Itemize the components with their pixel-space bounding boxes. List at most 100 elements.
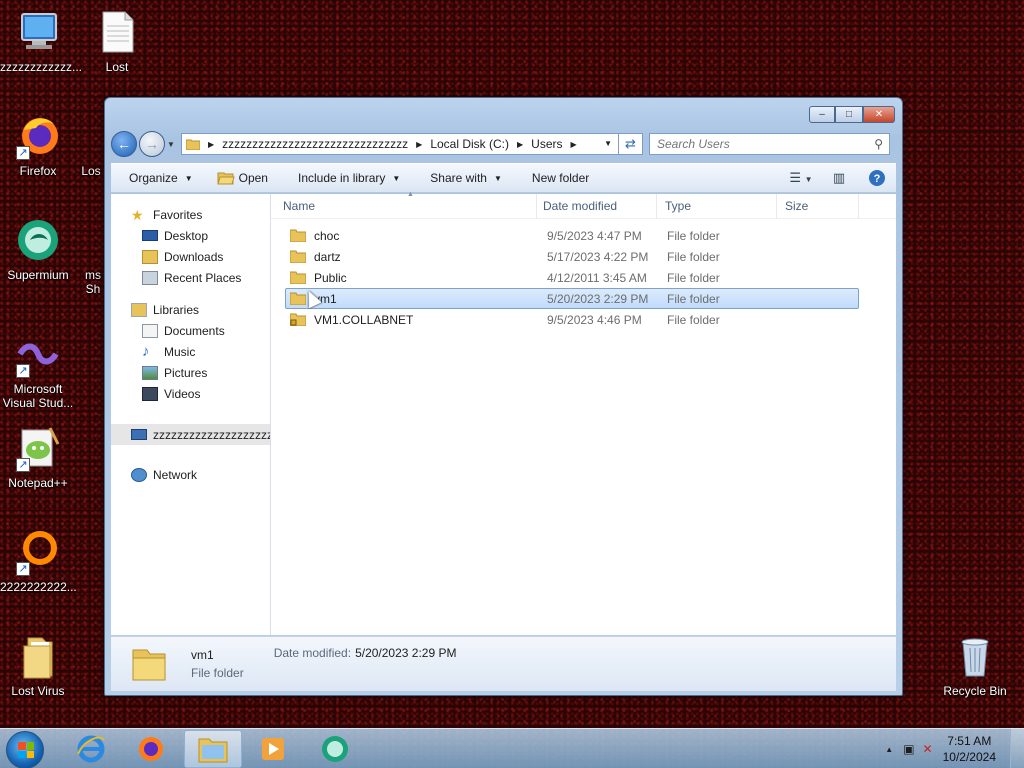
nav-music[interactable]: ♪ Music bbox=[111, 341, 270, 362]
desktop-icon-firefox[interactable]: ↗ Firefox bbox=[0, 112, 76, 178]
nav-desktop[interactable]: Desktop bbox=[111, 225, 270, 246]
details-date: Date modified: 5/20/2023 2:29 PM bbox=[274, 646, 457, 660]
address-bar[interactable]: ▶ zzzzzzzzzzzzzzzzzzzzzzzzzzzzzzz ▶ Loca… bbox=[181, 133, 619, 155]
nav-network-label: Network bbox=[153, 467, 198, 482]
recent-pages-dropdown[interactable]: ▼ bbox=[167, 140, 177, 149]
new-folder-button[interactable]: New folder bbox=[514, 171, 601, 185]
music-icon: ♪ bbox=[142, 342, 150, 360]
documents-icon bbox=[142, 323, 158, 338]
navigation-pane[interactable]: ★ Favorites Desktop Downloads Recent Pla… bbox=[111, 194, 271, 635]
breadcrumb-separator-icon[interactable]: ▶ bbox=[513, 140, 527, 149]
nav-music-label: Music bbox=[164, 344, 196, 359]
nav-desktop-label: Desktop bbox=[164, 228, 209, 243]
svg-text:?: ? bbox=[874, 173, 881, 185]
firefox-icon: ↗ bbox=[14, 112, 62, 160]
file-list[interactable]: ▲ Name Date modified Type Size choc 9/5/… bbox=[271, 190, 896, 635]
shortcut-arrow-icon: ↗ bbox=[16, 458, 30, 472]
desktop-icon-label: Lost bbox=[105, 60, 129, 74]
desktop-icon-label: Recycle Bin bbox=[943, 684, 1007, 698]
column-header-size[interactable]: Size bbox=[777, 193, 859, 219]
desktop-icon-recycle-bin[interactable]: Recycle Bin bbox=[937, 632, 1013, 698]
file-row[interactable]: choc 9/5/2023 4:47 PM File folder bbox=[285, 225, 859, 246]
nav-libraries[interactable]: Libraries bbox=[111, 299, 270, 320]
desktop-icon-los[interactable]: Los bbox=[78, 112, 104, 178]
show-desktop-button[interactable] bbox=[1010, 729, 1024, 768]
explorer-window[interactable]: – □ ✕ ← → ▼ ▶ zzzzzzzzzzzzzzzzzzzzzzzzzz… bbox=[104, 97, 903, 696]
desktop-icon-lost[interactable]: Lost bbox=[79, 8, 155, 74]
breadcrumb-separator-icon[interactable]: ▶ bbox=[204, 140, 218, 149]
taskbar-windows-explorer[interactable] bbox=[184, 730, 242, 768]
nav-network[interactable]: Network bbox=[111, 464, 270, 485]
details-date-label: Date modified: bbox=[273, 646, 352, 660]
volume-muted-icon[interactable]: ✕ bbox=[923, 742, 933, 756]
file-name: choc bbox=[314, 228, 340, 243]
nav-favorites[interactable]: ★ Favorites bbox=[111, 204, 270, 225]
file-date: 4/12/2011 3:45 AM bbox=[547, 270, 647, 285]
desktop-icon-computer[interactable]: zzzzzzzzzzzz... bbox=[0, 8, 82, 74]
include-in-library-menu[interactable]: Include in library ▼ bbox=[280, 171, 412, 185]
start-button[interactable] bbox=[6, 731, 44, 768]
nav-downloads[interactable]: Downloads bbox=[111, 246, 270, 267]
preview-pane-button[interactable]: ▥ bbox=[820, 170, 858, 186]
maximize-button[interactable]: □ bbox=[835, 106, 863, 123]
column-header-date-modified[interactable]: Date modified bbox=[537, 193, 657, 219]
sort-ascending-icon: ▲ bbox=[407, 190, 414, 198]
shortcut-arrow-icon: ↗ bbox=[16, 146, 30, 160]
taskbar-internet-explorer[interactable] bbox=[62, 730, 120, 768]
show-hidden-icons-button[interactable]: ▲ bbox=[885, 745, 893, 754]
forward-button[interactable]: → bbox=[139, 131, 165, 157]
organize-menu[interactable]: Organize ▼ bbox=[111, 171, 205, 185]
minimize-button[interactable]: – bbox=[809, 106, 835, 123]
desktop-icon-lost-virus[interactable]: Lost Virus bbox=[0, 632, 76, 698]
window-body: ★ Favorites Desktop Downloads Recent Pla… bbox=[111, 190, 896, 635]
taskbar-firefox[interactable] bbox=[122, 730, 180, 768]
details-pane: vm1 File folder Date modified: 5/20/2023 … bbox=[111, 636, 896, 691]
nav-computer[interactable]: zzzzzzzzzzzzzzzzzzzzzzzzzzz bbox=[111, 424, 270, 445]
help-button[interactable]: ? bbox=[858, 169, 896, 187]
network-status-icon[interactable]: ▣ bbox=[903, 742, 914, 756]
desktop-icon-visual-studio[interactable]: ↗ Microsoft Visual Stud... bbox=[0, 330, 76, 410]
taskbar-supermium[interactable] bbox=[306, 730, 364, 768]
nav-documents[interactable]: Documents bbox=[111, 320, 270, 341]
desktop-icon-ms[interactable]: ms Sh bbox=[82, 216, 104, 296]
nav-videos[interactable]: Videos bbox=[111, 383, 270, 404]
back-button[interactable]: ← bbox=[111, 131, 137, 157]
column-header-type[interactable]: Type bbox=[657, 193, 777, 219]
computer-icon bbox=[14, 8, 62, 56]
open-button[interactable]: Open bbox=[205, 171, 280, 185]
desktop-icon-supermium[interactable]: Supermium bbox=[0, 216, 76, 282]
desktop-icon-2222[interactable]: ↗ 2222222222... bbox=[0, 528, 77, 594]
search-input[interactable] bbox=[657, 137, 857, 151]
share-with-menu[interactable]: Share with ▼ bbox=[412, 171, 514, 185]
nav-documents-label: Documents bbox=[164, 323, 225, 338]
file-type: File folder bbox=[667, 249, 720, 264]
breadcrumb-local-disk[interactable]: Local Disk (C:) bbox=[426, 137, 513, 151]
libraries-icon bbox=[131, 302, 147, 317]
recent-places-icon bbox=[142, 270, 158, 285]
refresh-button[interactable]: ⇄ bbox=[619, 133, 643, 155]
breadcrumb-computer[interactable]: zzzzzzzzzzzzzzzzzzzzzzzzzzzzzzz bbox=[218, 137, 412, 151]
desktop-icon-label: Notepad++ bbox=[8, 476, 68, 490]
search-icon[interactable]: ⚲ bbox=[874, 137, 883, 151]
close-button[interactable]: ✕ bbox=[863, 106, 895, 123]
breadcrumb-separator-icon[interactable]: ▶ bbox=[567, 140, 581, 149]
column-header-name[interactable]: ▲ Name bbox=[271, 190, 537, 219]
change-view-button[interactable]: ☰ ▼ bbox=[782, 170, 820, 186]
address-history-dropdown[interactable]: ▼ bbox=[604, 139, 612, 148]
open-label: Open bbox=[238, 171, 268, 185]
breadcrumb-separator-icon[interactable]: ▶ bbox=[412, 140, 426, 149]
clock[interactable]: 7:51 AM 10/2/2024 bbox=[943, 733, 996, 765]
nav-pictures[interactable]: Pictures bbox=[111, 362, 270, 383]
shortcut-arrow-icon: ↗ bbox=[16, 562, 30, 576]
file-row[interactable]: Public 4/12/2011 3:45 AM File folder bbox=[285, 267, 859, 288]
nav-recent-places[interactable]: Recent Places bbox=[111, 267, 270, 288]
breadcrumb-users[interactable]: Users bbox=[527, 137, 566, 151]
file-row[interactable]: VM1.COLLABNET 9/5/2023 4:46 PM File fold… bbox=[285, 309, 859, 330]
desktop-icon-notepadpp[interactable]: ↗ Notepad++ bbox=[0, 424, 76, 490]
nav-pictures-label: Pictures bbox=[164, 365, 208, 380]
taskbar-media-player[interactable] bbox=[244, 730, 302, 768]
file-row-selected[interactable]: vm1 5/20/2023 2:29 PM File folder bbox=[285, 288, 859, 309]
file-row[interactable]: dartz 5/17/2023 4:22 PM File folder bbox=[285, 246, 859, 267]
search-box[interactable]: ⚲ bbox=[649, 133, 890, 155]
file-name: dartz bbox=[314, 249, 341, 264]
